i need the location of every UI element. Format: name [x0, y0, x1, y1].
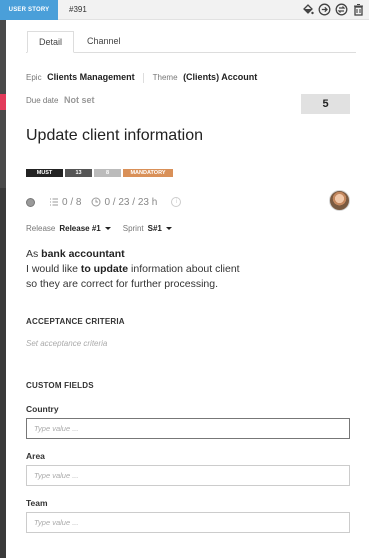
item-type-badge[interactable]: USER STORY [0, 0, 58, 20]
sprint-dropdown[interactable]: S#1 [148, 224, 162, 233]
team-label: Team [26, 498, 48, 508]
item-stats-row: 0 / 8 0 / 23 / 23 h i [26, 196, 182, 208]
task-count[interactable]: 0 / 8 [49, 197, 81, 208]
acceptance-criteria-heading: ACCEPTANCE CRITERIA [26, 317, 125, 326]
chevron-down-icon[interactable] [104, 227, 111, 230]
story-line-role: As bank accountant [26, 247, 240, 262]
due-date-label: Due date [26, 96, 59, 105]
priority-tag[interactable]: MUST [26, 169, 63, 177]
acceptance-criteria-input[interactable]: Set acceptance criteria [26, 339, 107, 348]
header-actions [301, 3, 365, 16]
epic-theme-row: Epic Clients Management Theme (Clients) … [26, 72, 257, 83]
story-line-benefit: so they are correct for further processi… [26, 278, 218, 290]
area-field[interactable] [26, 465, 350, 486]
tab-detail[interactable]: Detail [27, 31, 75, 53]
sprint-label: Sprint [122, 224, 144, 233]
country-field[interactable] [26, 418, 350, 439]
tag-list: MUST 13 8 MANDATORY [26, 169, 173, 177]
story-role: bank accountant [41, 248, 125, 260]
paint-bucket-icon[interactable] [301, 3, 314, 16]
status-dot[interactable] [26, 197, 35, 207]
item-title[interactable]: Update client information [26, 127, 203, 145]
story-text: information about client [128, 263, 240, 275]
number-tag-muted[interactable]: 8 [94, 169, 121, 177]
item-id: #391 [69, 5, 87, 14]
time-value: 0 / 23 / 23 h [104, 196, 158, 208]
country-label: Country [26, 404, 59, 414]
release-label: Release [26, 224, 56, 233]
story-text: As [26, 248, 42, 260]
arrow-circle-right-icon[interactable] [318, 3, 331, 16]
epic-label: Epic [26, 73, 42, 82]
side-divider [0, 188, 6, 558]
chevron-down-icon[interactable] [165, 227, 172, 230]
due-date-row: Due date Not set [26, 95, 95, 105]
clock-icon [91, 197, 101, 207]
story-points-box[interactable]: 5 [301, 94, 350, 114]
left-side-strip [0, 0, 6, 558]
story-line-goal: I would like to update information about… [26, 262, 240, 277]
team-field[interactable] [26, 512, 350, 533]
item-header-bar: USER STORY #391 [0, 0, 369, 20]
task-count-value: 0 / 8 [62, 196, 82, 208]
area-label: Area [26, 451, 45, 461]
detail-tabs: Detail Channel [26, 31, 356, 53]
epic-value[interactable]: Clients Management [47, 72, 135, 82]
number-tag[interactable]: 13 [65, 169, 92, 177]
custom-fields-heading: CUSTOM FIELDS [26, 381, 94, 390]
theme-label: Theme [152, 73, 178, 82]
due-date-value[interactable]: Not set [64, 95, 95, 105]
time-tracking[interactable]: 0 / 23 / 23 h [91, 197, 157, 208]
side-accent-marker [0, 94, 6, 110]
release-sprint-row: Release Release #1 Sprint S#1 [26, 224, 184, 233]
mandatory-tag[interactable]: MANDATORY [123, 169, 173, 177]
divider [143, 72, 145, 83]
theme-value[interactable]: (Clients) Account [183, 72, 257, 82]
assignee-avatar[interactable] [329, 190, 350, 211]
swap-circle-icon[interactable] [335, 3, 348, 16]
story-text: I would like [26, 263, 81, 275]
trash-icon[interactable] [352, 3, 365, 16]
story-description[interactable]: As bank accountant I would like to updat… [26, 247, 240, 292]
task-list-icon [49, 197, 59, 207]
release-dropdown[interactable]: Release #1 [59, 224, 100, 233]
story-goal: to update [80, 263, 129, 275]
tab-channel[interactable]: Channel [76, 31, 132, 53]
info-icon[interactable]: i [171, 197, 182, 207]
